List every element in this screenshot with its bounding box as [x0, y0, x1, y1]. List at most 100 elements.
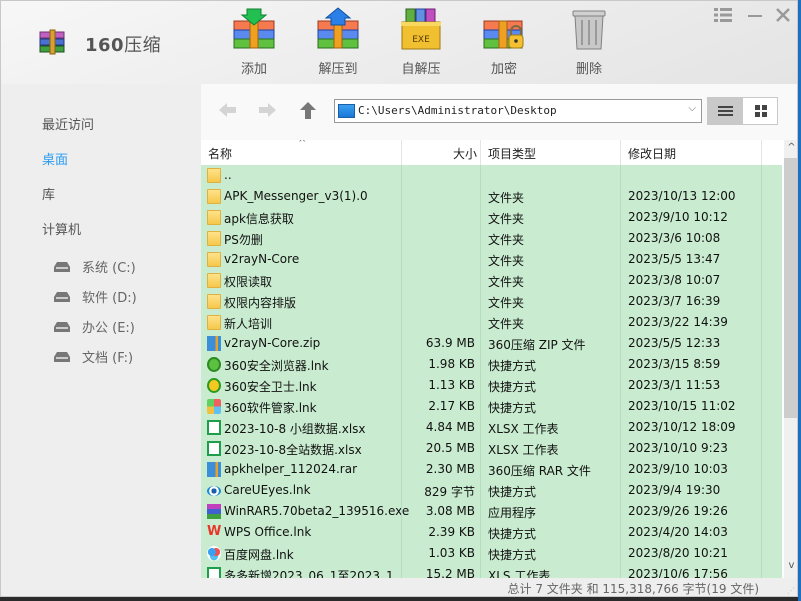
file-type: 文件夹 [488, 254, 525, 268]
minimize-button[interactable] [745, 7, 765, 27]
delete-button[interactable]: 删除 [557, 7, 621, 77]
file-row[interactable]: W WPS Office.lnk 2.39 KB 快捷方式 2023/4/20 14:0… [201, 522, 782, 543]
file-row[interactable]: 2023-10-8全站数据.xlsx 20.5 MB XLSX 工作表 2023/10… [201, 438, 782, 459]
file-row[interactable]: PS勿删 文件夹 2023/3/6 10:08 [201, 228, 782, 249]
sidebar-item-desktop[interactable]: 桌面 [42, 149, 68, 168]
file-name: 百度网盘.lnk [224, 548, 294, 562]
file-type: 快捷方式 [488, 485, 537, 499]
file-row[interactable]: APK_Messenger_v3(1).0 文件夹 2023/10/13 12:00 [201, 186, 782, 207]
grid-view-button[interactable] [743, 98, 778, 124]
file-row[interactable]: .. [201, 165, 782, 186]
encrypt-button[interactable]: 加密 [472, 7, 536, 77]
baidu-netdisk-icon [207, 546, 221, 561]
sidebar-item-computer[interactable]: 计算机 [42, 219, 81, 238]
file-name: 权限读取 [224, 275, 273, 289]
file-name: 360安全浏览器.lnk [224, 359, 329, 373]
file-date: 2023/5/5 13:47 [628, 252, 721, 266]
folder-icon [207, 210, 221, 225]
file-row[interactable]: 新人培训 文件夹 2023/3/22 14:39 [201, 312, 782, 333]
file-row[interactable]: CareUEyes.lnk 829 字节 快捷方式 2023/9/4 19:30 [201, 480, 782, 501]
file-date: 2023/3/1 11:53 [628, 378, 721, 392]
file-name: apkhelper_112024.rar [224, 462, 358, 476]
back-button[interactable] [218, 102, 238, 122]
spreadsheet-icon [207, 441, 221, 456]
file-row[interactable]: 360安全浏览器.lnk 1.98 KB 快捷方式 2023/3/15 8:59 [201, 354, 782, 375]
vertical-scrollbar[interactable]: ^ v [784, 140, 797, 578]
file-date: 2023/10/12 18:09 [628, 420, 736, 434]
column-date[interactable]: 修改日期 [628, 145, 676, 162]
file-row[interactable]: 2023-10-8 小组数据.xlsx 4.84 MB XLSX 工作表 2023/1… [201, 417, 782, 438]
file-row[interactable]: apk信息获取 文件夹 2023/9/10 10:12 [201, 207, 782, 228]
drive-label: 系统 (C:) [82, 261, 136, 276]
sidebar-item-recent[interactable]: 最近访问 [42, 114, 94, 133]
app-logo-icon [39, 29, 65, 55]
sidebar-drive-f[interactable]: 文档 (F:) [54, 347, 133, 366]
extract-to-button[interactable]: 解压到 [306, 7, 370, 77]
file-date: 2023/3/6 10:08 [628, 231, 721, 245]
chevron-down-icon[interactable]: ⌵ [688, 103, 696, 114]
file-type: 文件夹 [488, 275, 525, 289]
file-name: apk信息获取 [224, 212, 294, 226]
column-type[interactable]: 项目类型 [488, 145, 536, 162]
scrollbar-thumb[interactable] [784, 158, 797, 418]
file-name: v2rayN-Core [224, 252, 300, 266]
file-type: 文件夹 [488, 317, 525, 331]
column-name[interactable]: 名称 [208, 145, 232, 162]
file-row[interactable]: 权限读取 文件夹 2023/3/8 10:07 [201, 270, 782, 291]
address-path: C:\Users\Administrator\Desktop [358, 104, 557, 117]
file-date: 2023/9/4 19:30 [628, 483, 721, 497]
wps-icon: W [207, 524, 222, 539]
scroll-down-arrow-icon[interactable]: v [784, 560, 797, 576]
file-row[interactable]: v2rayN-Core 文件夹 2023/5/5 13:47 [201, 249, 782, 270]
sidebar-drive-e[interactable]: 办公 (E:) [54, 317, 135, 336]
file-size: 2.39 KB [428, 525, 475, 539]
file-type: 文件夹 [488, 212, 525, 226]
file-date: 2023/3/8 10:07 [628, 273, 721, 287]
sidebar-drive-d[interactable]: 软件 (D:) [54, 287, 137, 306]
drive-icon [54, 321, 70, 332]
self-extract-button[interactable]: EXE 自解压 [389, 7, 453, 77]
close-button[interactable] [773, 7, 793, 27]
file-type: XLSX 工作表 [488, 443, 559, 457]
file-rows: .. APK_Messenger_v3(1).0 文件夹 2023/10/13 12:… [201, 165, 782, 578]
file-row[interactable]: apkhelper_112024.rar 2.30 MB 360压缩 RAR 文件 2… [201, 459, 782, 480]
security-guard-360-icon [207, 378, 221, 393]
scroll-up-arrow-icon[interactable]: ^ [784, 142, 797, 158]
file-date: 2023/9/10 10:12 [628, 210, 728, 224]
file-row[interactable]: WinRAR5.70beta2_139516.exe 3.08 MB 应用程序 202… [201, 501, 782, 522]
file-name: 2023-10-8全站数据.xlsx [224, 443, 362, 457]
folder-icon [207, 315, 221, 330]
file-name: CareUEyes.lnk [224, 483, 311, 497]
sidebar-item-library[interactable]: 库 [42, 184, 55, 203]
add-button[interactable]: 添加 [222, 7, 286, 77]
file-date: 2023/9/26 19:26 [628, 504, 728, 518]
file-date: 2023/8/20 10:21 [628, 546, 728, 560]
file-row[interactable]: 多多新增2023_06_1至2023_1 15.2 MB XLS 工作表 2023/1… [201, 564, 782, 578]
file-date: 2023/3/7 16:39 [628, 294, 721, 308]
sidebar-drive-c[interactable]: 系统 (C:) [54, 257, 136, 276]
file-date: 2023/3/15 8:59 [628, 357, 721, 371]
file-row[interactable]: v2rayN-Core.zip 63.9 MB 360压缩 ZIP 文件 2023/5… [201, 333, 782, 354]
file-size: 2.30 MB [425, 462, 475, 476]
column-gridline [480, 165, 481, 578]
file-row[interactable]: 360安全卫士.lnk 1.13 KB 快捷方式 2023/3/1 11:53 [201, 375, 782, 396]
column-divider[interactable] [401, 140, 402, 165]
up-button[interactable] [298, 102, 318, 122]
column-divider[interactable] [480, 140, 481, 165]
file-row[interactable]: 权限内容排版 文件夹 2023/3/7 16:39 [201, 291, 782, 312]
column-divider[interactable] [761, 140, 762, 165]
file-date: 2023/9/10 10:03 [628, 462, 728, 476]
self-extract-label: 自解压 [401, 62, 441, 77]
close-icon [776, 8, 790, 22]
list-view-button[interactable] [708, 98, 743, 124]
arrow-right-icon [259, 103, 276, 117]
column-divider[interactable] [620, 140, 621, 165]
file-row[interactable]: 360软件管家.lnk 2.17 KB 快捷方式 2023/10/15 11:02 [201, 396, 782, 417]
column-size[interactable]: 大小 [453, 145, 477, 162]
address-bar[interactable]: C:\Users\Administrator\Desktop ⌵ [334, 99, 702, 123]
forward-button[interactable] [257, 102, 277, 122]
resize-grip-icon[interactable]: ⋰ [787, 586, 797, 596]
file-row[interactable]: 百度网盘.lnk 1.03 KB 快捷方式 2023/8/20 10:21 [201, 543, 782, 564]
menu-button[interactable] [713, 7, 733, 27]
file-size: 63.9 MB [425, 336, 475, 350]
